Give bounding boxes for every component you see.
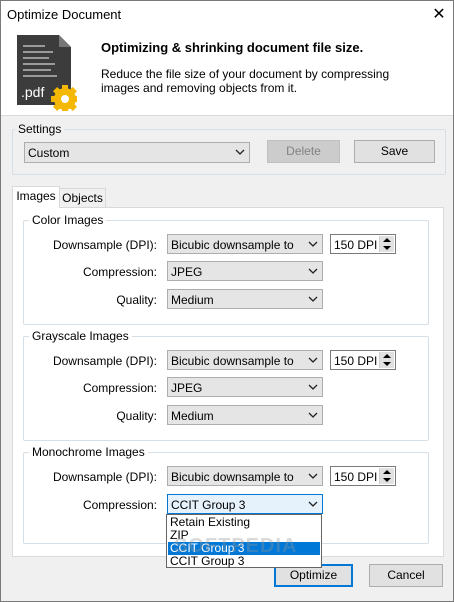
color-downsample-select[interactable]: Bicubic downsample to [167,234,323,254]
monochrome-images-label: Monochrome Images [29,445,148,459]
title-bar: Optimize Document ✕ [1,1,453,29]
spin-up-icon[interactable] [383,238,391,242]
color-dpi-stepper[interactable]: 150 DPI [330,234,396,254]
header-description: Reduce the file size of your document by… [101,67,390,95]
tab-images[interactable]: Images [12,186,60,208]
images-tab-panel: Color Images Downsample (DPI): Bicubic d… [12,207,444,557]
spin-down-icon[interactable] [383,362,391,366]
chevron-down-icon [308,473,318,479]
spin-buttons [379,468,394,484]
grayscale-compression-value: JPEG [171,381,203,395]
grayscale-dpi-stepper[interactable]: 150 DPI [330,350,396,370]
save-button[interactable]: Save [354,140,435,163]
chevron-down-icon [308,501,318,507]
monochrome-dpi-stepper[interactable]: 150 DPI [330,466,396,486]
optimize-document-dialog: Optimize Document ✕ .pdf Optimizing & sh… [0,0,454,602]
close-icon[interactable]: ✕ [425,1,453,29]
monochrome-downsample-select[interactable]: Bicubic downsample to [167,466,323,486]
dropdown-option-retain-existing[interactable]: Retain Existing [168,516,320,529]
monochrome-dpi-value: 150 DPI [334,470,378,484]
grayscale-compression-select[interactable]: JPEG [167,377,323,397]
header-banner: .pdf Optimizing & shrinking document fil… [1,29,453,116]
grayscale-quality-select[interactable]: Medium [167,405,323,425]
grayscale-quality-label: Quality: [116,409,157,423]
grayscale-dpi-value: 150 DPI [334,354,378,368]
pdf-document-icon: .pdf [15,33,79,113]
color-dpi-value: 150 DPI [334,238,378,252]
chevron-down-icon [235,149,245,155]
settings-preset-value: Custom [28,146,70,160]
settings-preset-select[interactable]: Custom [24,142,250,163]
grayscale-images-label: Grayscale Images [29,329,132,343]
grayscale-compression-label: Compression: [82,381,157,395]
chevron-down-icon [308,296,318,302]
color-quality-value: Medium [171,293,214,307]
color-compression-value: JPEG [171,265,203,279]
header-title: Optimizing & shrinking document file siz… [101,40,364,55]
spin-up-icon[interactable] [383,470,391,474]
monochrome-compression-label: Compression: [82,498,157,512]
pdf-label: .pdf [21,84,44,100]
spin-up-icon[interactable] [383,354,391,358]
color-images-label: Color Images [29,213,107,227]
cancel-button[interactable]: Cancel [369,564,443,587]
monochrome-compression-select[interactable]: CCIT Group 3 [167,494,323,514]
grayscale-downsample-select[interactable]: Bicubic downsample to [167,350,323,370]
spin-buttons [379,236,394,252]
grayscale-downsample-label: Downsample (DPI): [52,354,157,368]
watermark: SOFTPEDIA [174,535,298,557]
color-quality-label: Quality: [116,293,157,307]
color-compression-select[interactable]: JPEG [167,261,323,281]
window-title: Optimize Document [7,7,122,22]
monochrome-downsample-value: Bicubic downsample to [171,470,294,484]
chevron-down-icon [308,268,318,274]
chevron-down-icon [308,384,318,390]
spin-buttons [379,352,394,368]
tab-objects[interactable]: Objects [59,188,106,208]
color-compression-label: Compression: [82,265,157,279]
color-quality-select[interactable]: Medium [167,289,323,309]
chevron-down-icon [308,241,318,247]
spin-down-icon[interactable] [383,478,391,482]
color-downsample-label: Downsample (DPI): [52,238,157,252]
grayscale-quality-value: Medium [171,409,214,423]
spin-down-icon[interactable] [383,246,391,250]
monochrome-downsample-label: Downsample (DPI): [52,470,157,484]
chevron-down-icon [308,357,318,363]
monochrome-compression-value: CCIT Group 3 [171,498,246,512]
settings-label: Settings [15,122,65,136]
color-downsample-value: Bicubic downsample to [171,238,294,252]
grayscale-downsample-value: Bicubic downsample to [171,354,294,368]
delete-button[interactable]: Delete [267,140,340,163]
chevron-down-icon [308,412,318,418]
